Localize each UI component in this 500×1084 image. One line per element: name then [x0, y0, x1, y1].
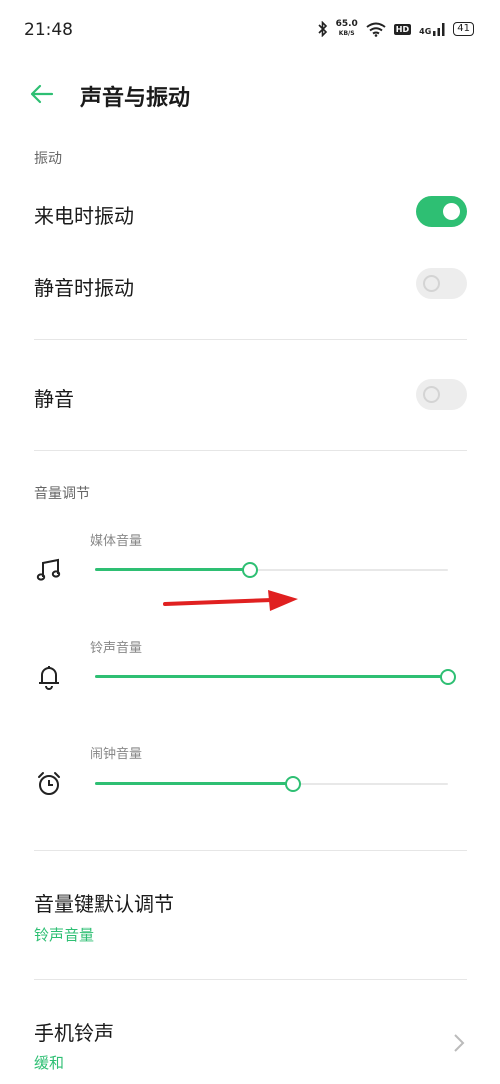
slider-thumb[interactable]	[440, 669, 456, 685]
divider	[34, 339, 467, 340]
wifi-icon	[366, 22, 386, 37]
back-button[interactable]	[28, 80, 58, 108]
ringtone-volume-slider[interactable]	[95, 666, 456, 688]
ringtone-volume-label: 铃声音量	[90, 641, 143, 656]
volume-key-default-row[interactable]: 音量键默认调节 铃声音量	[0, 870, 500, 970]
signal-icon	[433, 23, 445, 36]
bluetooth-icon	[317, 21, 327, 37]
toggle-knob	[443, 203, 460, 220]
toggle-knob	[423, 386, 440, 403]
arrow-left-icon	[30, 84, 54, 104]
chevron-right-icon	[454, 1034, 465, 1052]
slider-fill	[95, 782, 293, 785]
ring-vibrate-label: 来电时振动	[34, 204, 134, 228]
battery-indicator: 41	[453, 22, 474, 36]
ring-vibrate-toggle[interactable]	[416, 196, 467, 227]
divider	[34, 850, 467, 851]
phone-ringtone-value: 缓和	[34, 1054, 65, 1072]
network-type: 4G	[419, 27, 432, 36]
hd-badge: HD	[393, 23, 412, 35]
slider-fill	[95, 675, 448, 678]
alarm-volume-slider[interactable]	[95, 773, 448, 795]
divider	[34, 979, 467, 980]
silent-vibrate-toggle[interactable]	[416, 268, 467, 299]
phone-ringtone-label: 手机铃声	[34, 1021, 114, 1045]
status-icons: 65.0 KB/S HD 4G 41	[317, 20, 474, 38]
slider-fill	[95, 568, 251, 571]
cell-signal: 4G	[419, 22, 445, 36]
phone-ringtone-row[interactable]: 手机铃声 缓和	[0, 1000, 500, 1084]
toggle-knob	[423, 275, 440, 292]
speed-unit: KB/S	[338, 30, 355, 37]
volume-section-label: 音量调节	[34, 486, 90, 502]
volume-key-default-label: 音量键默认调节	[34, 892, 174, 916]
alarm-clock-icon	[38, 772, 60, 795]
silent-vibrate-label: 静音时振动	[34, 276, 134, 300]
slider-thumb[interactable]	[242, 562, 259, 578]
network-speed: 65.0 KB/S	[336, 20, 358, 38]
bell-icon	[39, 666, 59, 690]
volume-key-default-value: 铃声音量	[34, 926, 95, 944]
divider	[34, 450, 467, 451]
media-volume-label: 媒体音量	[90, 534, 143, 549]
slider-thumb[interactable]	[284, 776, 301, 792]
alarm-volume-label: 闹钟音量	[90, 747, 143, 762]
mute-toggle[interactable]	[416, 379, 467, 410]
page-title: 声音与振动	[80, 86, 191, 111]
music-note-icon	[36, 558, 61, 581]
vibration-section-label: 振动	[34, 151, 62, 167]
media-volume-slider[interactable]	[95, 559, 448, 581]
status-time: 21:48	[24, 20, 73, 40]
speed-value: 65.0	[335, 19, 358, 29]
red-arrow-annotation	[163, 590, 298, 611]
mute-label: 静音	[34, 387, 74, 411]
